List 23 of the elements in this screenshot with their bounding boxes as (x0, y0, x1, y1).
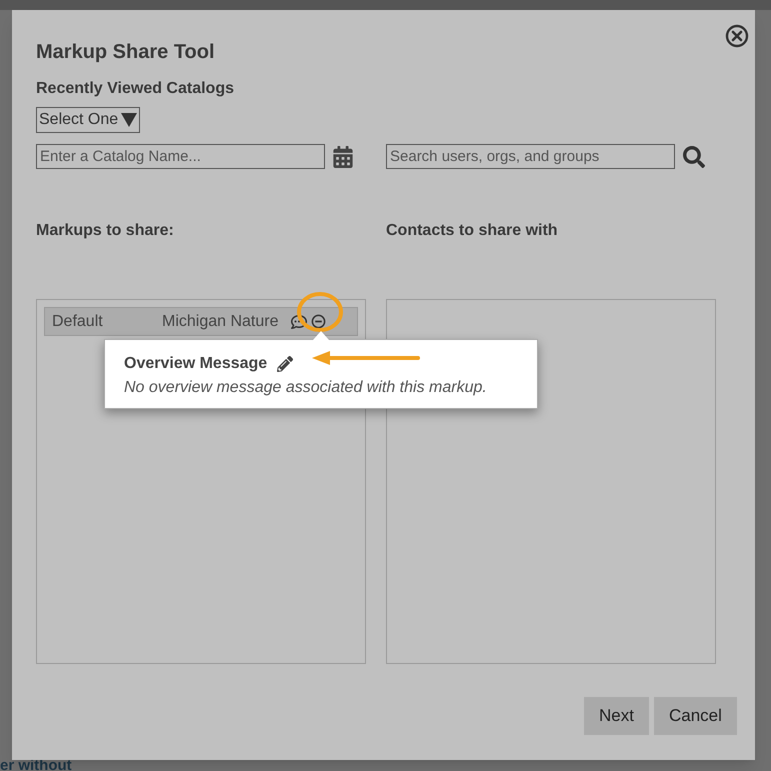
markup-row[interactable]: Default Michigan Nature (44, 307, 358, 336)
dialog-title: Markup Share Tool (36, 40, 215, 65)
markup-name: Default (52, 312, 104, 332)
contacts-search-field[interactable]: Search users, orgs, and groups (386, 144, 675, 169)
catalog-name-field[interactable]: Enter a Catalog Name... (36, 144, 325, 169)
dialog-button[interactable]: Next (584, 697, 649, 735)
background-title: er without (0, 756, 72, 771)
tooltip-message: No overview message associated with this markup. (124, 378, 488, 398)
close-icon[interactable] (725, 24, 749, 48)
remove-icon[interactable] (310, 314, 326, 329)
highlight-circle (296, 291, 344, 333)
catalog-dropdown[interactable]: Select One (36, 107, 140, 133)
search-icon[interactable] (683, 146, 705, 168)
pencil-icon[interactable] (277, 356, 294, 372)
section-heading: Markups to share: (36, 222, 174, 239)
section-label: Recently Viewed Catalogs (36, 79, 234, 99)
calendar-icon[interactable] (333, 146, 353, 168)
catalog-name: Michigan Nature (162, 312, 278, 332)
caret-icon (121, 113, 138, 127)
section-heading: Contacts to share with (386, 221, 558, 241)
dialog-button[interactable]: Cancel (654, 697, 737, 735)
comment-icon[interactable] (290, 314, 306, 330)
tooltip-title: Overview Message (124, 354, 268, 374)
